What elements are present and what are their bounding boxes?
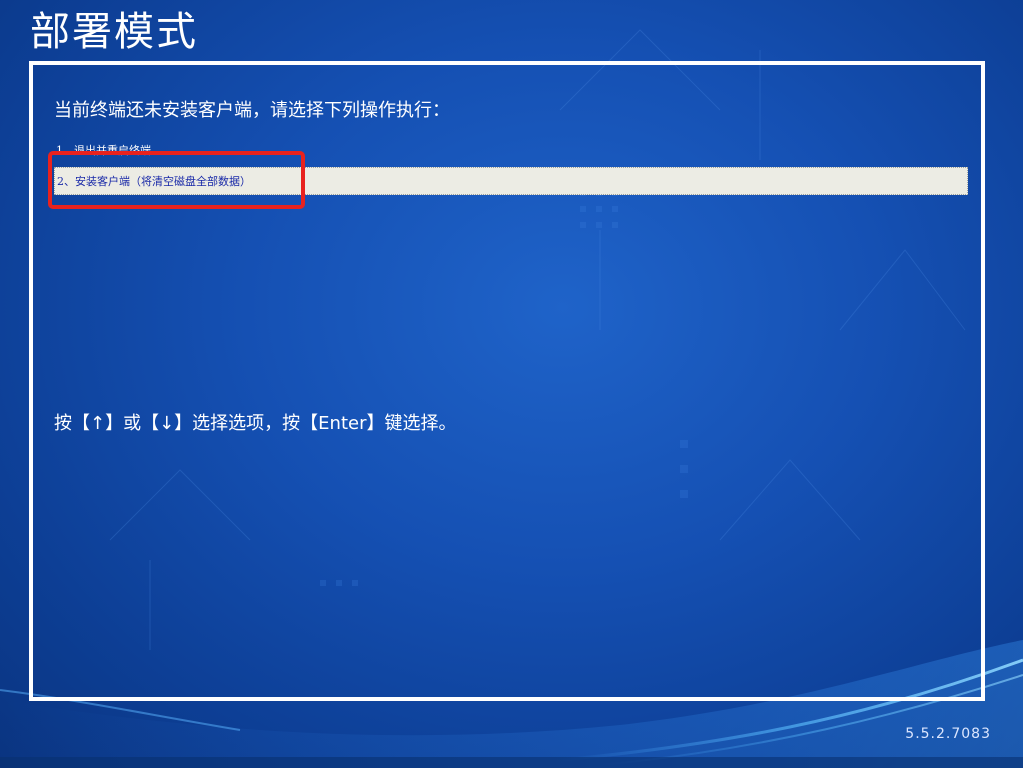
prompt-text: 当前终端还未安装客户端，请选择下列操作执行： [54, 100, 450, 121]
keyboard-hint: 按【↑】或【↓】选择选项，按【Enter】键选择。 [54, 413, 457, 434]
annotation-highlight-box [48, 151, 305, 209]
version-label: 5.5.2.7083 [905, 726, 991, 742]
page-title: 部署模式 [30, 9, 198, 55]
